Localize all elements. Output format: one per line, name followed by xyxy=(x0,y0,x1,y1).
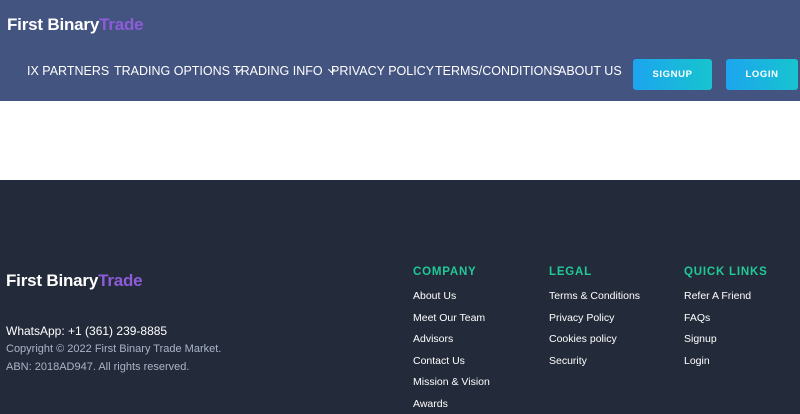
nav-item-about-us[interactable]: ABOUT US xyxy=(558,64,622,78)
footer-link-faqs[interactable]: FAQs xyxy=(684,311,768,333)
footer-link-mission-vision[interactable]: Mission & Vision xyxy=(413,375,490,397)
footer-link-privacy-policy[interactable]: Privacy Policy xyxy=(549,311,640,333)
nav-item-trading-options[interactable]: TRADING OPTIONS xyxy=(114,64,243,78)
footer-link-security[interactable]: Security xyxy=(549,354,640,376)
footer-column-legal: LEGAL Terms & Conditions Privacy Policy … xyxy=(549,266,640,375)
footer-link-cookies-policy[interactable]: Cookies policy xyxy=(549,332,640,354)
login-button[interactable]: LOGIN xyxy=(726,59,798,90)
copyright-text: Copyright © 2022 First Binary Trade Mark… xyxy=(6,343,222,355)
footer-link-advisors[interactable]: Advisors xyxy=(413,332,490,354)
logo-text-primary: First Binary xyxy=(7,15,100,34)
nav-item-label: PRIVACY POLICY xyxy=(331,64,435,78)
footer-link-list: Terms & Conditions Privacy Policy Cookie… xyxy=(549,289,640,375)
footer-column-heading: LEGAL xyxy=(549,266,592,278)
nav-item-terms-conditions[interactable]: TERMS/CONDITIONS xyxy=(435,64,561,78)
nav-item-label: ABOUT US xyxy=(558,64,622,78)
footer-link-about-us[interactable]: About Us xyxy=(413,289,490,311)
nav-item-label: TERMS/CONDITIONS xyxy=(435,64,561,78)
footer-link-refer-a-friend[interactable]: Refer A Friend xyxy=(684,289,768,311)
nav-item-privacy-policy[interactable]: PRIVACY POLICY xyxy=(331,64,434,78)
footer-logo[interactable]: First BinaryTrade xyxy=(6,271,143,291)
footer-column-quick-links: QUICK LINKS Refer A Friend FAQs Signup L… xyxy=(684,266,768,375)
footer-link-list: Refer A Friend FAQs Signup Login xyxy=(684,289,768,375)
footer-column-heading: QUICK LINKS xyxy=(684,266,768,278)
footer-link-awards[interactable]: Awards xyxy=(413,397,490,414)
site-footer: First BinaryTrade WhatsApp: +1 (361) 239… xyxy=(0,180,800,414)
whatsapp-contact[interactable]: WhatsApp: +1 (361) 239-8885 xyxy=(6,324,167,338)
logo-text-accent: Trade xyxy=(99,15,144,34)
site-header: First BinaryTrade IX PARTNERS TRADING OP… xyxy=(0,0,800,101)
nav-item-ix-partners[interactable]: IX PARTNERS xyxy=(27,64,109,78)
footer-link-contact-us[interactable]: Contact Us xyxy=(413,354,490,376)
nav-item-label: TRADING OPTIONS xyxy=(114,64,230,78)
main-nav: IX PARTNERS TRADING OPTIONS TRADING INFO… xyxy=(0,64,622,84)
footer-column-heading: COMPANY xyxy=(413,266,477,278)
footer-link-signup[interactable]: Signup xyxy=(684,332,768,354)
logo-text-primary: First Binary xyxy=(6,271,99,290)
signup-button[interactable]: SIGNUP xyxy=(633,59,712,90)
footer-column-company: COMPANY About Us Meet Our Team Advisors … xyxy=(413,266,490,414)
nav-item-label: TRADING INFO xyxy=(233,64,323,78)
nav-item-label: IX PARTNERS xyxy=(27,64,110,78)
abn-text: ABN: 2018AD947. All rights reserved. xyxy=(6,361,190,373)
footer-link-meet-our-team[interactable]: Meet Our Team xyxy=(413,311,490,333)
footer-link-login[interactable]: Login xyxy=(684,354,768,376)
footer-link-list: About Us Meet Our Team Advisors Contact … xyxy=(413,289,490,414)
footer-link-terms-conditions[interactable]: Terms & Conditions xyxy=(549,289,640,311)
logo-text-accent: Trade xyxy=(98,271,143,290)
nav-item-trading-info[interactable]: TRADING INFO xyxy=(233,64,335,78)
header-logo[interactable]: First BinaryTrade xyxy=(7,15,144,35)
